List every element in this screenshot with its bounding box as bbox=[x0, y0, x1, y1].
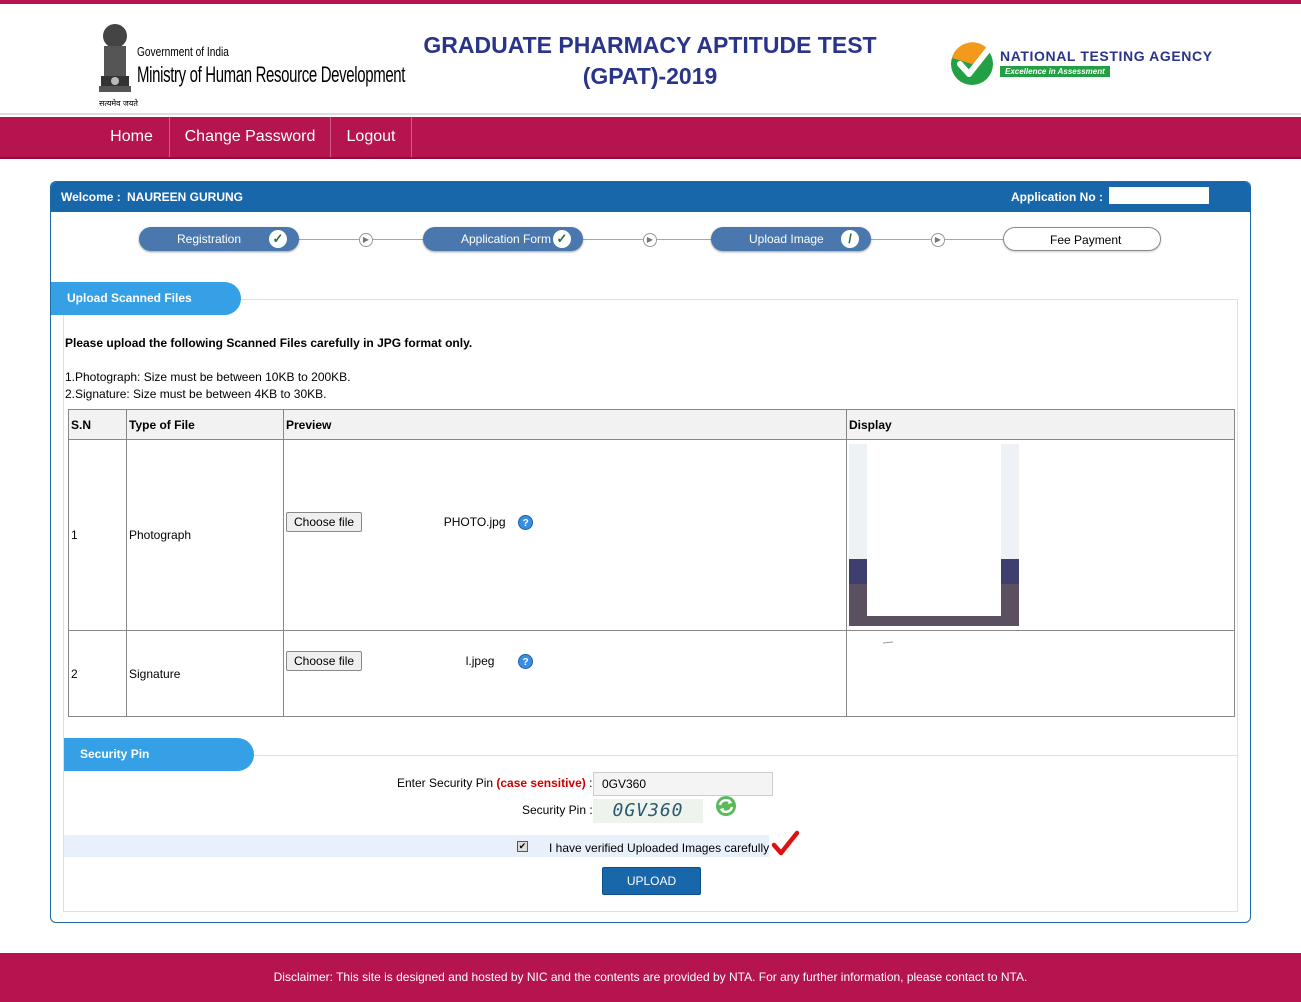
footer-disclaimer: Disclaimer: This site is designed and ho… bbox=[0, 953, 1301, 1002]
uploaded-photo-thumbnail bbox=[849, 444, 1019, 626]
photo-filename: PHOTO.jpg bbox=[443, 515, 506, 529]
row-type: Signature bbox=[126, 630, 284, 717]
upload-section-tab: Upload Scanned Files bbox=[51, 282, 241, 315]
section-border bbox=[63, 315, 64, 911]
section-divider bbox=[63, 911, 1238, 912]
signature-filename: l.jpeg bbox=[465, 654, 495, 668]
main-nav: Home Change Password Logout bbox=[0, 117, 1301, 159]
section-divider bbox=[254, 755, 1237, 756]
step-complete-check-icon: ✓ bbox=[553, 230, 571, 248]
row-sn: 1 bbox=[68, 439, 127, 631]
nta-name: NATIONAL TESTING AGENCY bbox=[1000, 48, 1213, 64]
help-icon[interactable]: ? bbox=[518, 515, 534, 530]
verify-checkbox[interactable]: ✔ bbox=[517, 841, 528, 852]
help-icon[interactable]: ? bbox=[518, 654, 534, 669]
application-no-value bbox=[1109, 187, 1209, 204]
step-arrow-icon: ▶ bbox=[931, 233, 945, 247]
national-emblem-icon bbox=[99, 24, 131, 92]
title-line-2: (GPAT)-2019 bbox=[582, 63, 718, 89]
nta-logo: NATIONAL TESTING AGENCY Excellence in As… bbox=[950, 40, 1220, 90]
case-sensitive-note: (case sensitive) bbox=[496, 776, 586, 790]
upload-files-table: S.N Type of File Preview Display 1 Photo… bbox=[68, 409, 1235, 717]
step-fee-payment[interactable]: Fee Payment bbox=[1003, 227, 1161, 251]
site-header: Government of India Ministry of Human Re… bbox=[0, 4, 1301, 115]
signature-choose-file-button[interactable]: Choose file bbox=[286, 651, 363, 671]
moe-government-label: Government of India bbox=[137, 44, 229, 59]
nav-home[interactable]: Home bbox=[94, 117, 170, 157]
moe-ministry-label: Ministry of Human Resource Development bbox=[137, 62, 406, 87]
red-check-icon bbox=[771, 830, 799, 856]
nta-check-logo-icon bbox=[951, 42, 993, 85]
step-upload-image-label: Upload Image bbox=[749, 232, 824, 246]
security-pin-label: Security Pin : bbox=[522, 803, 593, 817]
verify-label: I have verified Uploaded Images carefull… bbox=[549, 841, 770, 855]
section-border bbox=[1237, 299, 1238, 911]
photo-choose-file-button[interactable]: Choose file bbox=[286, 512, 363, 532]
upload-button[interactable]: UPLOAD bbox=[602, 867, 701, 895]
table-header-row: S.N Type of File Preview Display bbox=[68, 409, 1235, 440]
nta-tagline: Excellence in Assessment bbox=[1000, 66, 1110, 77]
refresh-captcha-icon[interactable] bbox=[715, 795, 737, 817]
step-application-form[interactable]: Application Form ✓ bbox=[423, 227, 583, 251]
signature-display-cell bbox=[846, 630, 1235, 717]
signature-size-rule: 2.Signature: Size must be between 4KB to… bbox=[65, 387, 327, 401]
row-type: Photograph bbox=[126, 439, 284, 631]
col-display: Display bbox=[846, 409, 1235, 440]
step-arrow-icon: ▶ bbox=[359, 233, 373, 247]
title-line-1: GRADUATE PHARMACY APTITUDE TEST bbox=[423, 32, 877, 58]
upload-instruction: Please upload the following Scanned File… bbox=[65, 336, 473, 350]
step-fee-payment-label: Fee Payment bbox=[1050, 233, 1122, 247]
step-registration-label: Registration bbox=[177, 232, 242, 246]
application-no-label: Application No : bbox=[1011, 190, 1103, 204]
moe-logo: Government of India Ministry of Human Re… bbox=[95, 22, 405, 110]
row-sn: 2 bbox=[68, 630, 127, 717]
main-panel: Welcome : NAUREEN GURUNG Application No … bbox=[50, 181, 1251, 923]
welcome-label: Welcome : bbox=[61, 190, 121, 204]
signature-preview-cell: Choose file l.jpeg ? bbox=[283, 630, 847, 717]
step-complete-check-icon: ✓ bbox=[269, 230, 287, 248]
col-type: Type of File bbox=[126, 409, 284, 440]
col-preview: Preview bbox=[283, 409, 847, 440]
table-row: 2 Signature Choose file l.jpeg ? bbox=[68, 630, 1235, 717]
enter-pin-text: Enter Security Pin bbox=[397, 776, 494, 790]
photo-display-cell bbox=[846, 439, 1235, 631]
step-inprogress-icon: / bbox=[841, 230, 859, 248]
uploaded-signature-thumbnail bbox=[849, 637, 1005, 683]
welcome-bar: Welcome : NAUREEN GURUNG Application No … bbox=[51, 182, 1250, 212]
nav-logout[interactable]: Logout bbox=[331, 117, 412, 157]
moe-hindi-motto: सत्यमेव जयते bbox=[99, 99, 138, 108]
security-section-tab: Security Pin bbox=[64, 738, 254, 771]
nav-change-password[interactable]: Change Password bbox=[170, 117, 331, 157]
security-pin-input[interactable]: 0GV360 bbox=[593, 772, 773, 796]
label-colon: : bbox=[589, 776, 593, 790]
step-registration[interactable]: Registration ✓ bbox=[139, 227, 299, 251]
candidate-name: NAUREEN GURUNG bbox=[127, 190, 244, 204]
step-application-form-label: Application Form bbox=[461, 232, 552, 246]
col-sn: S.N bbox=[68, 409, 127, 440]
step-upload-image[interactable]: Upload Image / bbox=[711, 227, 871, 251]
section-divider bbox=[241, 299, 1237, 300]
table-row: 1 Photograph Choose file PHOTO.jpg ? bbox=[68, 439, 1235, 631]
enter-security-pin-label: Enter Security Pin (case sensitive) : bbox=[397, 776, 592, 790]
captcha-image: 0GV360 bbox=[593, 799, 703, 823]
step-arrow-icon: ▶ bbox=[643, 233, 657, 247]
page-title: GRADUATE PHARMACY APTITUDE TEST (GPAT)-2… bbox=[400, 30, 900, 92]
photo-preview-cell: Choose file PHOTO.jpg ? bbox=[283, 439, 847, 631]
progress-steps: Registration ✓ ▶ Application Form ✓ ▶ Up… bbox=[51, 222, 1250, 258]
photo-size-rule: 1.Photograph: Size must be between 10KB … bbox=[65, 370, 351, 384]
